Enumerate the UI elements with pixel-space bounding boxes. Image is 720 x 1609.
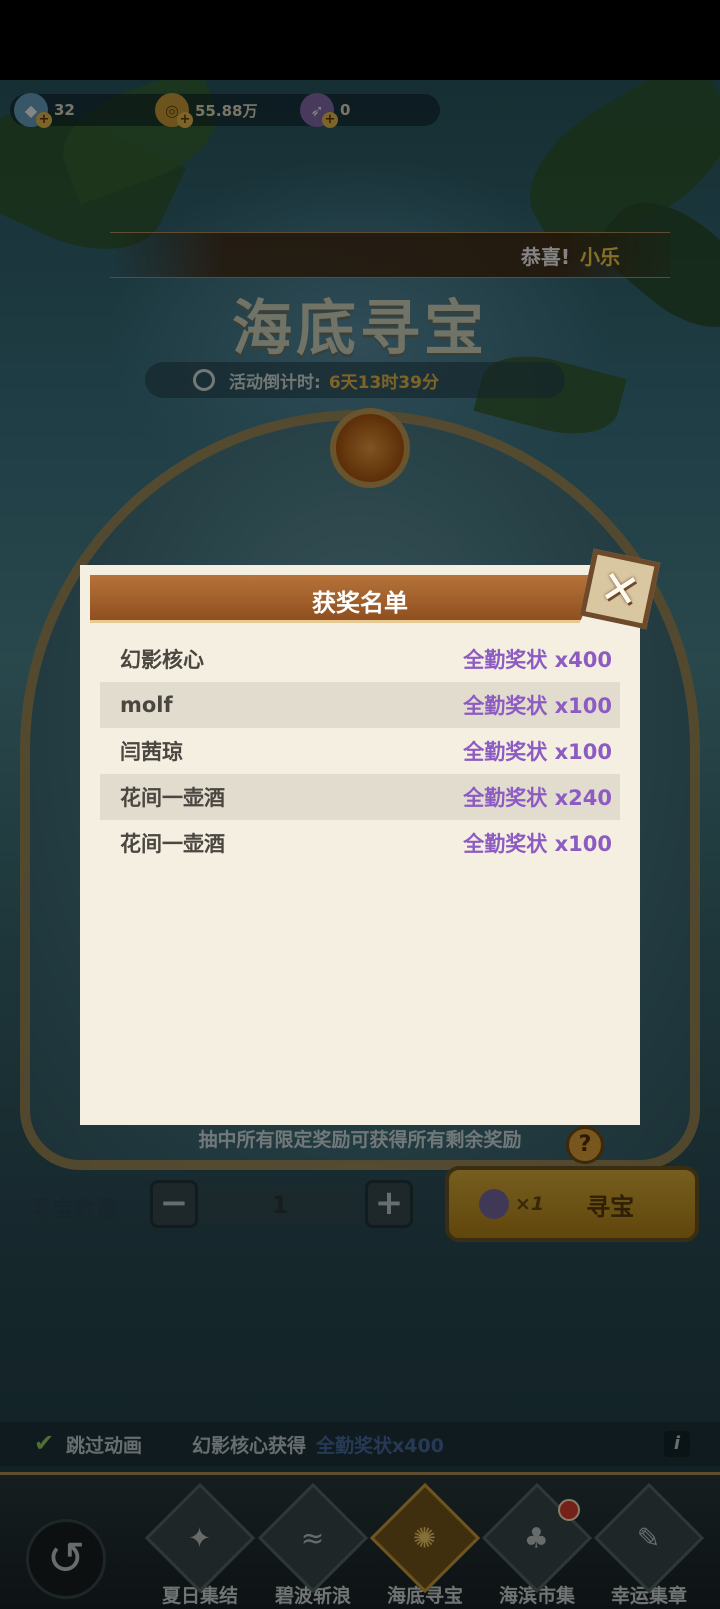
- list-item: 花间一壶酒 全勤奖状 x100: [100, 820, 620, 866]
- list-item: 闫茜琼 全勤奖状 x100: [100, 728, 620, 774]
- list-item: 幻影核心 全勤奖状 x400: [100, 636, 620, 682]
- winner-prize: 全勤奖状 x100: [463, 694, 612, 718]
- dialog-title: 获奖名单: [312, 589, 408, 617]
- winner-name: 幻影核心: [120, 648, 204, 672]
- close-icon[interactable]: ✕: [579, 548, 661, 630]
- winner-name: 花间一壶酒: [120, 786, 225, 810]
- winner-list-dialog: 获奖名单 幻影核心 全勤奖状 x400 molf 全勤奖状 x100 闫茜琼 全…: [80, 565, 640, 1125]
- winner-prize: 全勤奖状 x400: [463, 648, 612, 672]
- list-item: molf 全勤奖状 x100: [100, 682, 620, 728]
- winner-name: molf: [120, 693, 173, 717]
- winner-prize: 全勤奖状 x100: [463, 832, 612, 856]
- winner-prize: 全勤奖状 x240: [463, 786, 612, 810]
- winner-name: 花间一壶酒: [120, 832, 225, 856]
- winner-name: 闫茜琼: [120, 740, 183, 764]
- list-item: 花间一壶酒 全勤奖状 x240: [100, 774, 620, 820]
- winner-prize: 全勤奖状 x100: [463, 740, 612, 764]
- winner-list: 幻影核心 全勤奖状 x400 molf 全勤奖状 x100 闫茜琼 全勤奖状 x…: [100, 636, 620, 866]
- status-bar: [0, 0, 720, 80]
